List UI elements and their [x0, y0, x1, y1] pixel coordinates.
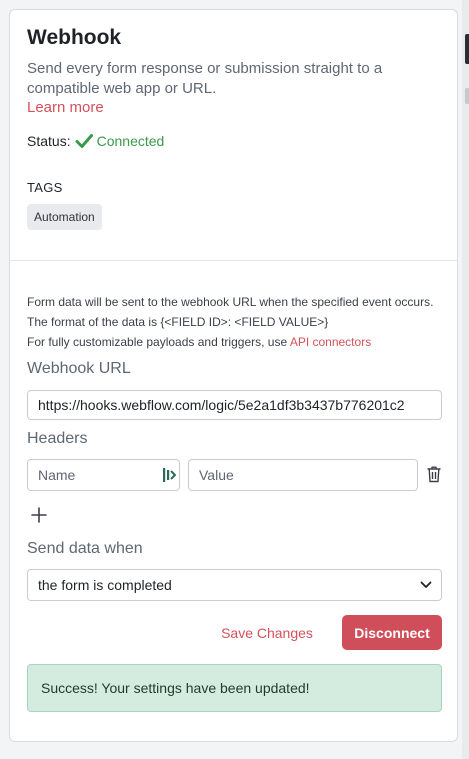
chevron-down-icon: [420, 581, 432, 588]
success-alert: Success! Your settings have been updated…: [27, 664, 442, 712]
webhook-url-label: Webhook URL: [27, 360, 131, 377]
panel-description: Send every form response or submission s…: [27, 60, 383, 97]
panel-title: Webhook: [27, 26, 122, 49]
save-changes-button[interactable]: Save Changes: [209, 616, 325, 650]
webhook-panel: Webhook Send every form response or subm…: [9, 9, 458, 742]
connection-status: Status: Connected: [27, 132, 164, 150]
plus-icon[interactable]: [30, 506, 48, 524]
disconnect-button[interactable]: Disconnect: [342, 615, 442, 650]
send-data-label: Send data when: [27, 540, 143, 557]
info-line-2: For fully customizable payloads and trig…: [27, 335, 290, 349]
header-name-input[interactable]: Name: [27, 459, 180, 491]
info-line-1: Form data will be sent to the webhook UR…: [27, 295, 434, 329]
tags-heading: TAGS: [27, 180, 63, 195]
section-divider: [10, 260, 457, 261]
api-connectors-link[interactable]: API connectors: [290, 335, 371, 349]
webhook-url-input[interactable]: https://hooks.webflow.com/logic/5e2a1df3…: [27, 390, 442, 420]
status-value: Connected: [96, 133, 165, 149]
background-tab-indicator: [465, 34, 469, 64]
send-trigger-select[interactable]: the form is completed: [27, 569, 442, 601]
send-trigger-value: the form is completed: [38, 577, 172, 593]
header-value-input[interactable]: Value: [188, 459, 418, 491]
status-label: Status:: [27, 133, 71, 149]
field-picker-icon[interactable]: [162, 466, 176, 484]
background-scroll-indicator: [465, 88, 469, 104]
background-window-edge: [462, 0, 469, 759]
tag-chip: Automation: [27, 204, 102, 230]
headers-label: Headers: [27, 430, 88, 447]
learn-more-link[interactable]: Learn more: [27, 99, 104, 116]
webhook-info-text: Form data will be sent to the webhook UR…: [27, 292, 437, 352]
check-icon: [75, 134, 93, 148]
trash-icon[interactable]: [426, 465, 442, 483]
